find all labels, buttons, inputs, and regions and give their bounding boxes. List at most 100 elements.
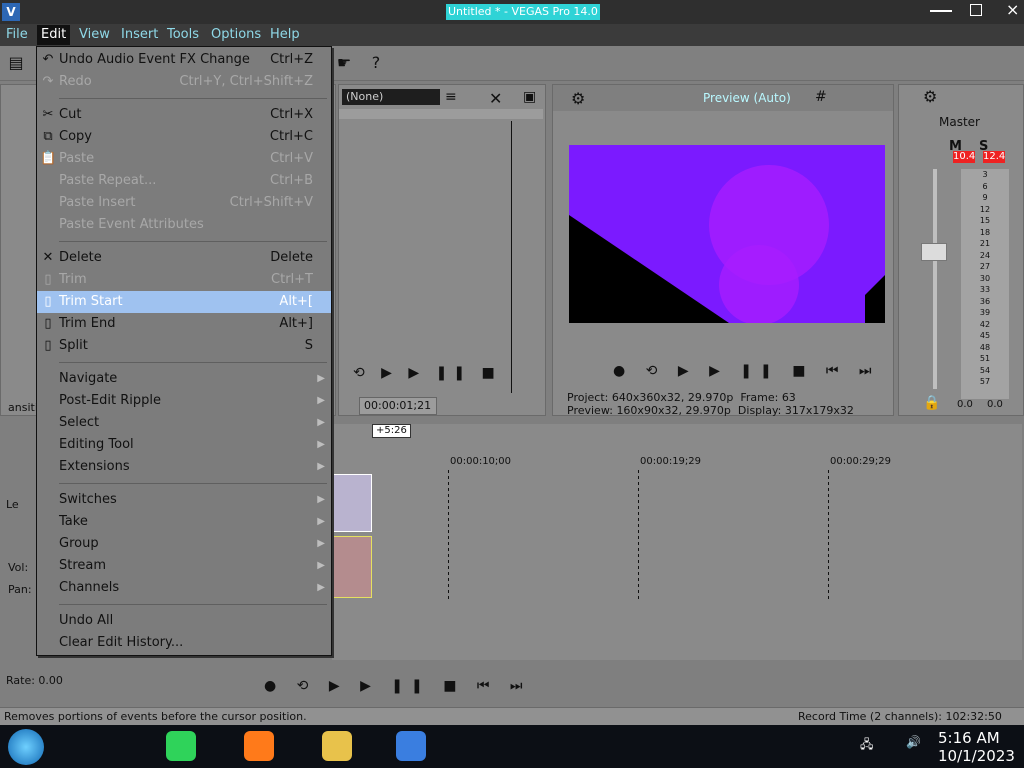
trim-icon: ▯ [44,272,52,287]
menu-item-extensions[interactable]: Extensions ▶ [37,456,331,478]
master-title: Master [939,115,980,129]
menu-item-shortcut: Ctrl+C [269,129,313,144]
menu-item-channels[interactable]: Channels ▶ [37,577,331,599]
menu-options[interactable]: Options [211,27,261,43]
menu-item-label: Cut [59,107,82,122]
trimmer-layout-icon[interactable]: ▣ [523,89,536,105]
track-name: Le [6,498,19,511]
submenu-arrow-icon: ▶ [317,560,325,571]
taskbar: 🖧 🔊 5:16 AM 10/1/2023 [0,725,1024,768]
preview-transport[interactable]: ● ⟲ ▶ ▶ ❚❚ ■ ⏮ ⏭ [613,363,880,379]
rate-label: Rate: 0.00 [6,674,63,687]
start-button[interactable] [8,729,44,765]
redo-icon: ↷ [42,74,54,89]
menu-item-trim-start[interactable]: ▯ Trim Start Alt+[ [37,291,331,313]
file-explorer-icon[interactable] [322,731,352,761]
transport-buttons[interactable]: ● ⟲ ▶ ▶ ❚❚ ■ ⏮ ⏭ [264,678,531,694]
menu-item-label: Paste Repeat... [59,173,157,188]
copy-icon: ⧉ [43,129,53,144]
settings-gear-icon[interactable]: ⚙ [571,89,585,108]
trimmer-close-icon[interactable]: ✕ [489,89,502,108]
pan-label: Pan: [8,583,32,596]
main-transport: ● ⟲ ▶ ▶ ❚❚ ■ ⏮ ⏭ [256,676,1022,698]
menu-item-copy[interactable]: ⧉ Copy Ctrl+C [37,126,331,148]
menu-item-paste: 📋 Paste Ctrl+V [37,148,331,170]
menu-item-take[interactable]: Take ▶ [37,511,331,533]
taskbar-date: 10/1/2023 [938,747,1015,765]
menu-item-label: Editing Tool [59,437,134,452]
menu-item-label: Redo [59,74,92,89]
spotify-icon[interactable] [166,731,196,761]
menu-item-post-edit-ripple[interactable]: Post-Edit Ripple ▶ [37,390,331,412]
submenu-arrow-icon: ▶ [317,582,325,593]
preview-toolbar: ⚙ Preview (Auto) # [553,85,893,111]
menu-separator [59,362,327,363]
menu-view[interactable]: View [79,27,110,43]
master-settings-icon[interactable]: ⚙ [923,87,937,106]
help-icon[interactable]: ? [368,55,384,71]
trim-end-icon: ▯ [44,316,52,331]
menu-edit[interactable]: Edit [37,25,71,45]
menu-item-shortcut: Ctrl+Z [270,52,313,67]
menu-item-shortcut: Alt+] [279,316,313,331]
menu-item-label: Undo Audio Event FX Change [59,52,250,67]
menu-item-delete[interactable]: ✕ Delete Delete [37,247,331,269]
menu-item-cut[interactable]: ✂ Cut Ctrl+X [37,104,331,126]
menu-item-paste-insert: Paste Insert Ctrl+Shift+V [37,192,331,214]
menu-item-select[interactable]: Select ▶ [37,412,331,434]
menu-item-editing-tool[interactable]: Editing Tool ▶ [37,434,331,456]
preview-quality-select[interactable]: Preview (Auto) [703,91,791,105]
menu-file[interactable]: File [6,27,28,43]
trimmer-media-select[interactable]: (None) [342,89,440,105]
menu-item-clear-edit-history[interactable]: Clear Edit History... [37,632,331,654]
menu-item-label: Trim End [59,316,116,331]
menu-item-label: Group [59,536,99,551]
menu-item-trim-end[interactable]: ▯ Trim End Alt+] [37,313,331,335]
menu-item-stream[interactable]: Stream ▶ [37,555,331,577]
plugin-icon[interactable]: ☛ [336,55,352,71]
split-icon: ▯ [44,338,52,353]
peak-left: 10.4 [953,151,976,163]
menu-item-label: Switches [59,492,117,507]
menu-item-paste-repeat: Paste Repeat... Ctrl+B [37,170,331,192]
menu-bar: File Edit View Insert Tools Options Help [0,24,1024,46]
menu-separator [59,604,327,605]
submenu-arrow-icon: ▶ [317,439,325,450]
menu-insert[interactable]: Insert [121,27,158,43]
close-icon[interactable]: × [1006,0,1019,19]
network-icon[interactable]: 🖧 [860,735,873,756]
grid-icon[interactable]: # [815,89,827,105]
trimmer-transport[interactable]: ⟲ ▶ ▶ ❚❚ ■ [353,365,501,381]
new-project-icon[interactable]: ▤ [8,55,24,71]
menu-item-trim: ▯ Trim Ctrl+T [37,269,331,291]
menu-item-undo-all[interactable]: Undo All [37,610,331,632]
firefox-icon[interactable] [244,731,274,761]
menu-item-group[interactable]: Group ▶ [37,533,331,555]
maximize-icon[interactable] [970,4,982,16]
vol-label: Vol: [8,561,29,574]
menu-item-label: Trim [59,272,87,287]
menu-tools[interactable]: Tools [167,27,199,43]
lock-icon[interactable]: 🔒 [923,395,940,411]
menu-item-switches[interactable]: Switches ▶ [37,489,331,511]
video-frame [569,145,885,323]
trimmer-tools-icon[interactable]: ≡ [445,89,457,105]
audio-event[interactable] [332,536,372,598]
menu-item-split[interactable]: ▯ Split S [37,335,331,357]
menu-item-navigate[interactable]: Navigate ▶ [37,368,331,390]
master-fader[interactable] [921,243,947,261]
timeline-offset-label: +5:26 [372,424,411,438]
submenu-arrow-icon: ▶ [317,538,325,549]
submenu-arrow-icon: ▶ [317,461,325,472]
minimize-icon[interactable] [930,10,952,12]
menu-help[interactable]: Help [270,27,300,43]
vegas-taskbar-icon[interactable] [396,731,426,761]
video-event[interactable] [332,474,372,532]
level-right: 0.0 [987,399,1003,410]
menu-item-redo: ↷ Redo Ctrl+Y, Ctrl+Shift+Z [37,71,331,93]
trimmer-window: (None) ≡ ✕ ▣ ⟲ ▶ ▶ ❚❚ ■ 00:00:01;21 [338,84,546,416]
volume-icon[interactable]: 🔊 [906,735,921,749]
menu-item-label: Copy [59,129,92,144]
menu-item-undo-audio-event-fx-change[interactable]: ↶ Undo Audio Event FX Change Ctrl+Z [37,49,331,71]
menu-item-shortcut: Ctrl+Y, Ctrl+Shift+Z [179,74,313,89]
